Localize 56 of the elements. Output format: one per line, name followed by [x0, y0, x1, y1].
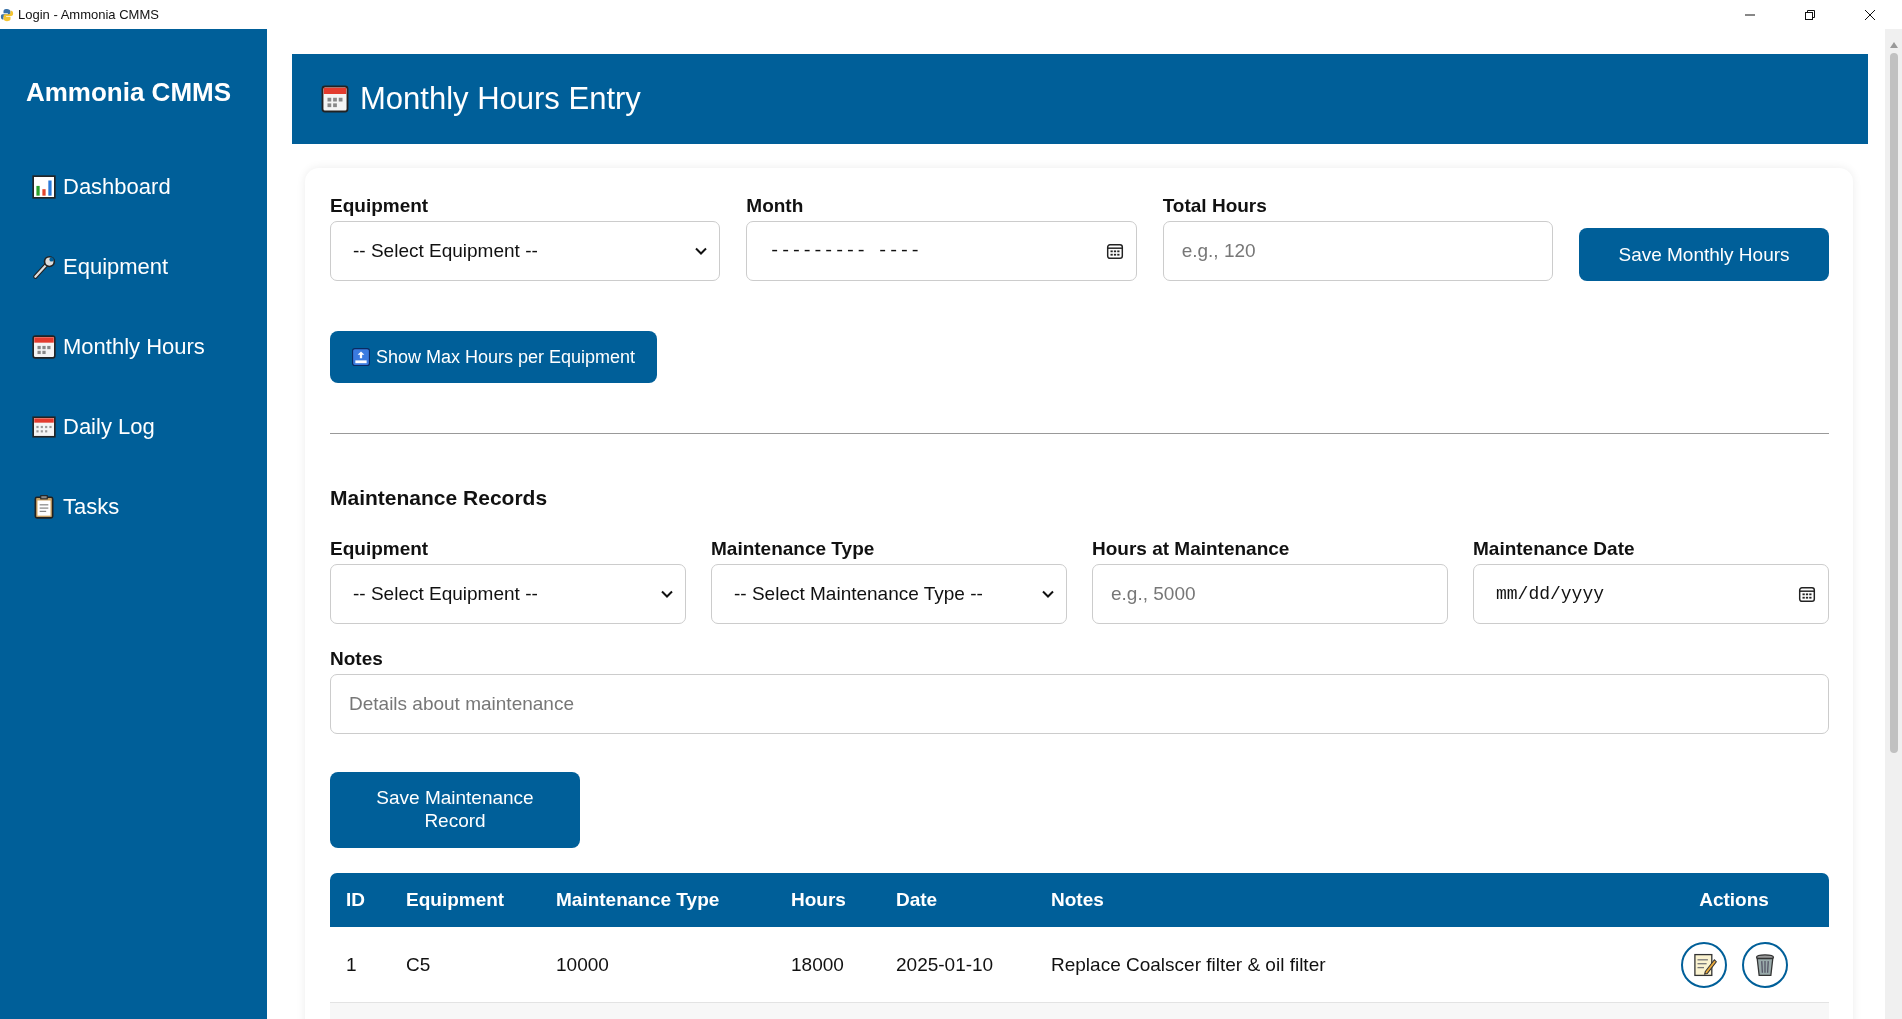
page-title: Monthly Hours Entry — [360, 81, 641, 117]
chevron-down-icon — [695, 247, 708, 255]
table-cell-text: 2025-01-10 — [896, 953, 995, 976]
sidebar-link[interactable]: Tasks — [31, 490, 267, 524]
column-header: ID — [346, 889, 366, 911]
select-dropdown[interactable]: -- Select Equipment -- — [330, 221, 721, 281]
show-max-hours-button[interactable]: Show Max Hours per Equipment — [330, 331, 658, 383]
select-dropdown[interactable]: -- Select Equipment -- — [330, 564, 686, 624]
table-cell-text: 18000 — [791, 953, 845, 976]
calendar-icon — [320, 84, 350, 114]
field-label: Hours at Maintenance — [1092, 538, 1291, 560]
scrollbar[interactable] — [1885, 29, 1902, 1019]
calendar-icon — [31, 334, 57, 360]
select-dropdown[interactable]: -- Select Maintenance Type -- — [711, 564, 1067, 624]
bar-chart-icon — [31, 174, 57, 200]
date-field[interactable]: mm/dd/yyyy — [1473, 564, 1829, 624]
field-label: Equipment — [330, 195, 430, 217]
close-icon[interactable] — [1864, 8, 1876, 21]
column-header: Equipment — [406, 889, 506, 911]
chevron-down-icon — [1042, 590, 1054, 598]
chevron-down-icon — [661, 590, 673, 598]
app-title: Ammonia CMMS — [24, 77, 233, 108]
table-cell-text: 10000 — [556, 953, 610, 976]
column-header: Hours — [791, 889, 847, 911]
save-maintenance-record-button[interactable]: Save Maintenance Record — [330, 772, 580, 848]
field-label: Total Hours — [1162, 195, 1268, 217]
restore-icon[interactable] — [1804, 8, 1816, 21]
table-cell-text: C5 — [406, 953, 432, 976]
window-title: Login - Ammonia CMMS — [18, 7, 159, 22]
calendar-grid-icon — [31, 414, 57, 440]
text-input-field[interactable]: e.g., 5000 — [1092, 564, 1448, 624]
field-label: Month — [746, 195, 805, 217]
field-label: Notes — [330, 648, 384, 670]
table-cell-text: 1 — [346, 953, 358, 976]
column-header: Actions — [1698, 889, 1770, 911]
sidebar-link[interactable]: Monthly Hours — [31, 330, 267, 364]
scrollbar-thumb[interactable] — [1889, 53, 1898, 753]
field-label: Maintenance Type — [711, 538, 876, 560]
text-input-field[interactable]: e.g., 120 — [1162, 221, 1553, 281]
date-field[interactable]: --------- ---- — [746, 221, 1137, 281]
field-label: Equipment — [330, 538, 430, 560]
table-cell-text: Replace Coalscer filter & oil filter — [1051, 953, 1327, 976]
notes-input-field[interactable]: Details about maintenance — [330, 674, 1829, 734]
snake-logo-icon — [0, 7, 14, 22]
column-header: Date — [896, 889, 939, 911]
sidebar-link[interactable]: Equipment — [31, 250, 267, 284]
wrench-icon — [31, 254, 57, 280]
field-label: Maintenance Date — [1473, 538, 1636, 560]
sidebar-link[interactable]: Dashboard — [31, 170, 267, 204]
column-header: Maintenance Type — [556, 889, 721, 911]
save-monthly-hours-button[interactable]: Save Monthly Hours — [1579, 228, 1829, 281]
section-title: Maintenance Records — [330, 486, 549, 510]
column-header: Notes — [1051, 889, 1105, 911]
calendar-icon — [1798, 585, 1816, 603]
calendar-icon — [1105, 242, 1124, 260]
sidebar-link[interactable]: Daily Log — [31, 410, 267, 444]
